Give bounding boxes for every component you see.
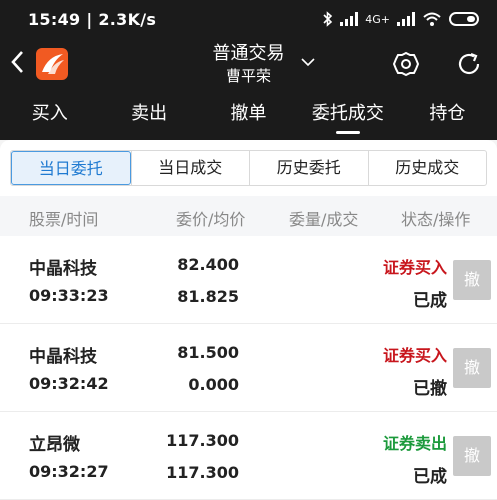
app-header: 普通交易 曹平荣 — [0, 38, 497, 94]
order-type: 证券卖出 — [382, 434, 447, 453]
col-price-avg: 委价/均价 — [176, 210, 246, 229]
stock-name: 中晶科技 — [29, 259, 97, 279]
cancel-order-button[interactable]: 撤 — [453, 436, 491, 476]
avg-price: 117.300 — [166, 463, 239, 482]
settings-icon[interactable] — [392, 50, 420, 78]
subtab-today-orders[interactable]: 当日委托 — [11, 151, 131, 185]
bluetooth-icon — [323, 11, 333, 27]
order-time: 09:32:42 — [29, 374, 109, 393]
order-time: 09:32:27 — [29, 462, 109, 481]
main-tabs: 买入 卖出 撤单 委托成交 持仓 — [0, 94, 497, 140]
order-row[interactable]: 立昂微 09:32:27 117.300 117.300 证券卖出 已成 撤 — [0, 412, 497, 500]
battery-icon — [449, 12, 479, 26]
tab-cancel[interactable]: 撤单 — [199, 94, 298, 140]
status-bar: 15:49 | 2.3K/s 4G+ — [0, 0, 497, 38]
status-separator: | — [86, 9, 99, 29]
stock-name: 中晶科技 — [29, 347, 97, 367]
order-state: 已成 — [413, 467, 447, 487]
cancel-order-button[interactable]: 撤 — [453, 260, 491, 300]
cancel-order-button[interactable]: 撤 — [453, 348, 491, 388]
col-qty-filled: 委量/成交 — [289, 210, 359, 229]
col-status-action: 状态/操作 — [401, 210, 471, 229]
col-stock-time: 股票/时间 — [29, 210, 99, 229]
page-title: 普通交易 — [212, 43, 285, 64]
tab-positions[interactable]: 持仓 — [398, 94, 497, 140]
refresh-icon[interactable] — [455, 50, 483, 78]
chevron-down-icon[interactable] — [300, 54, 316, 70]
status-icons: 4G+ — [323, 11, 479, 27]
stock-name: 立昂微 — [29, 435, 80, 455]
status-left: 15:49 | 2.3K/s — [28, 10, 156, 29]
subtab-history-trades[interactable]: 历史成交 — [367, 151, 487, 185]
network-type: 4G+ — [365, 12, 390, 26]
order-price: 82.400 — [177, 255, 239, 274]
order-state: 已成 — [413, 291, 447, 311]
wifi-icon — [423, 12, 441, 26]
order-row[interactable]: 中晶科技 09:33:23 82.400 81.825 证券买入 已成 撤 — [0, 236, 497, 324]
order-price: 117.300 — [166, 431, 239, 450]
top-bar: 15:49 | 2.3K/s 4G+ 普通交易 曹平荣 买入 卖出 撤单 委托成… — [0, 0, 497, 140]
avg-price: 0.000 — [188, 375, 239, 394]
status-speed: 2.3K/s — [98, 9, 157, 29]
subtab-history-orders[interactable]: 历史委托 — [249, 151, 368, 185]
sub-tabs: 当日委托 当日成交 历史委托 历史成交 — [10, 150, 487, 186]
signal-icon — [340, 12, 359, 26]
signal-icon-2 — [397, 12, 415, 26]
title-block[interactable]: 普通交易 曹平荣 — [0, 42, 497, 86]
column-header: 股票/时间 委价/均价 委量/成交 状态/操作 — [0, 196, 497, 236]
order-time: 09:33:23 — [29, 286, 109, 305]
subtab-today-trades[interactable]: 当日成交 — [130, 151, 250, 185]
order-state: 已撤 — [413, 379, 447, 399]
avg-price: 81.825 — [177, 287, 239, 306]
tab-sell[interactable]: 卖出 — [99, 94, 198, 140]
tab-orders[interactable]: 委托成交 — [298, 94, 397, 140]
account-name: 曹平荣 — [225, 67, 271, 85]
tab-buy[interactable]: 买入 — [0, 94, 99, 140]
content-panel: 当日委托 当日成交 历史委托 历史成交 股票/时间 委价/均价 委量/成交 状态… — [0, 140, 497, 500]
order-type: 证券买入 — [382, 346, 447, 365]
order-price: 81.500 — [177, 343, 239, 362]
status-time: 15:49 — [28, 9, 81, 29]
order-row[interactable]: 中晶科技 09:32:42 81.500 0.000 证券买入 已撤 撤 — [0, 324, 497, 412]
order-type: 证券买入 — [382, 258, 447, 277]
